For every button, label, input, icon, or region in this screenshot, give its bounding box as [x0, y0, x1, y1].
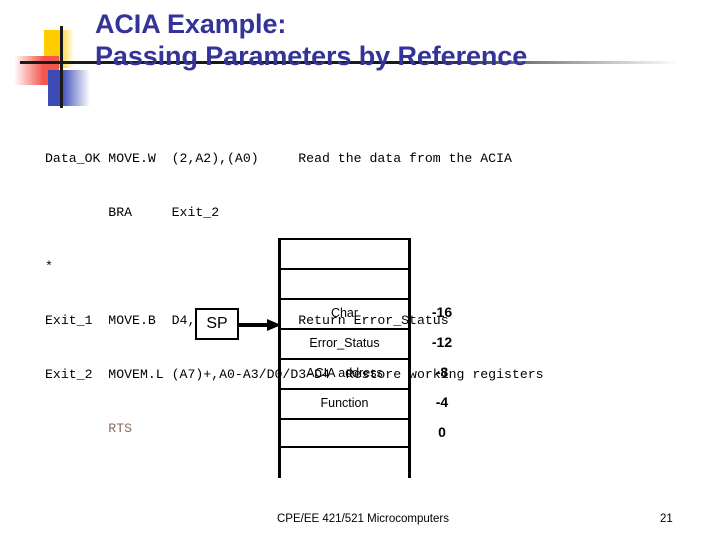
stack-offset: -8 — [435, 364, 449, 380]
stack-row — [278, 238, 411, 268]
stack-row-label: Function — [320, 396, 369, 410]
footer-page-number: 21 — [660, 513, 673, 525]
stack-row-label: Char — [330, 306, 359, 320]
code-line: BRA Exit_2 — [45, 205, 220, 220]
stack-row — [278, 268, 411, 298]
stack-row-label: Error_Status — [309, 336, 380, 350]
page-title: ACIA Example: Passing Parameters by Refe… — [95, 9, 528, 71]
stack-pointer-box: SP — [195, 308, 239, 340]
stack-offset: -4 — [435, 394, 449, 410]
footer-course-label: CPE/EE 421/521 Microcomputers — [277, 513, 449, 525]
stack-offset: -12 — [431, 334, 453, 350]
stack-pointer-label: SP — [206, 315, 228, 332]
stack-row: ACIA address — [278, 358, 411, 388]
stack-offset: 0 — [438, 424, 446, 440]
stack-row-label: ACIA address — [306, 366, 383, 380]
code-line: Data_OK MOVE.W (2,A2),(A0) Read the data… — [45, 151, 512, 166]
stack-row: Error_Status — [278, 328, 411, 358]
stack-offset: -16 — [431, 304, 453, 320]
stack-row: Char — [278, 298, 411, 328]
stack-cells: Char Error_Status ACIA address Function … — [278, 238, 452, 478]
stack-frame-diagram: SP Char Error_Status ACIA address Functi… — [186, 228, 486, 478]
stack-row: Function — [278, 388, 411, 418]
stack-row — [278, 418, 411, 448]
deco-vertical-rule — [60, 26, 63, 108]
stack-pointer-arrow-icon — [239, 319, 281, 331]
